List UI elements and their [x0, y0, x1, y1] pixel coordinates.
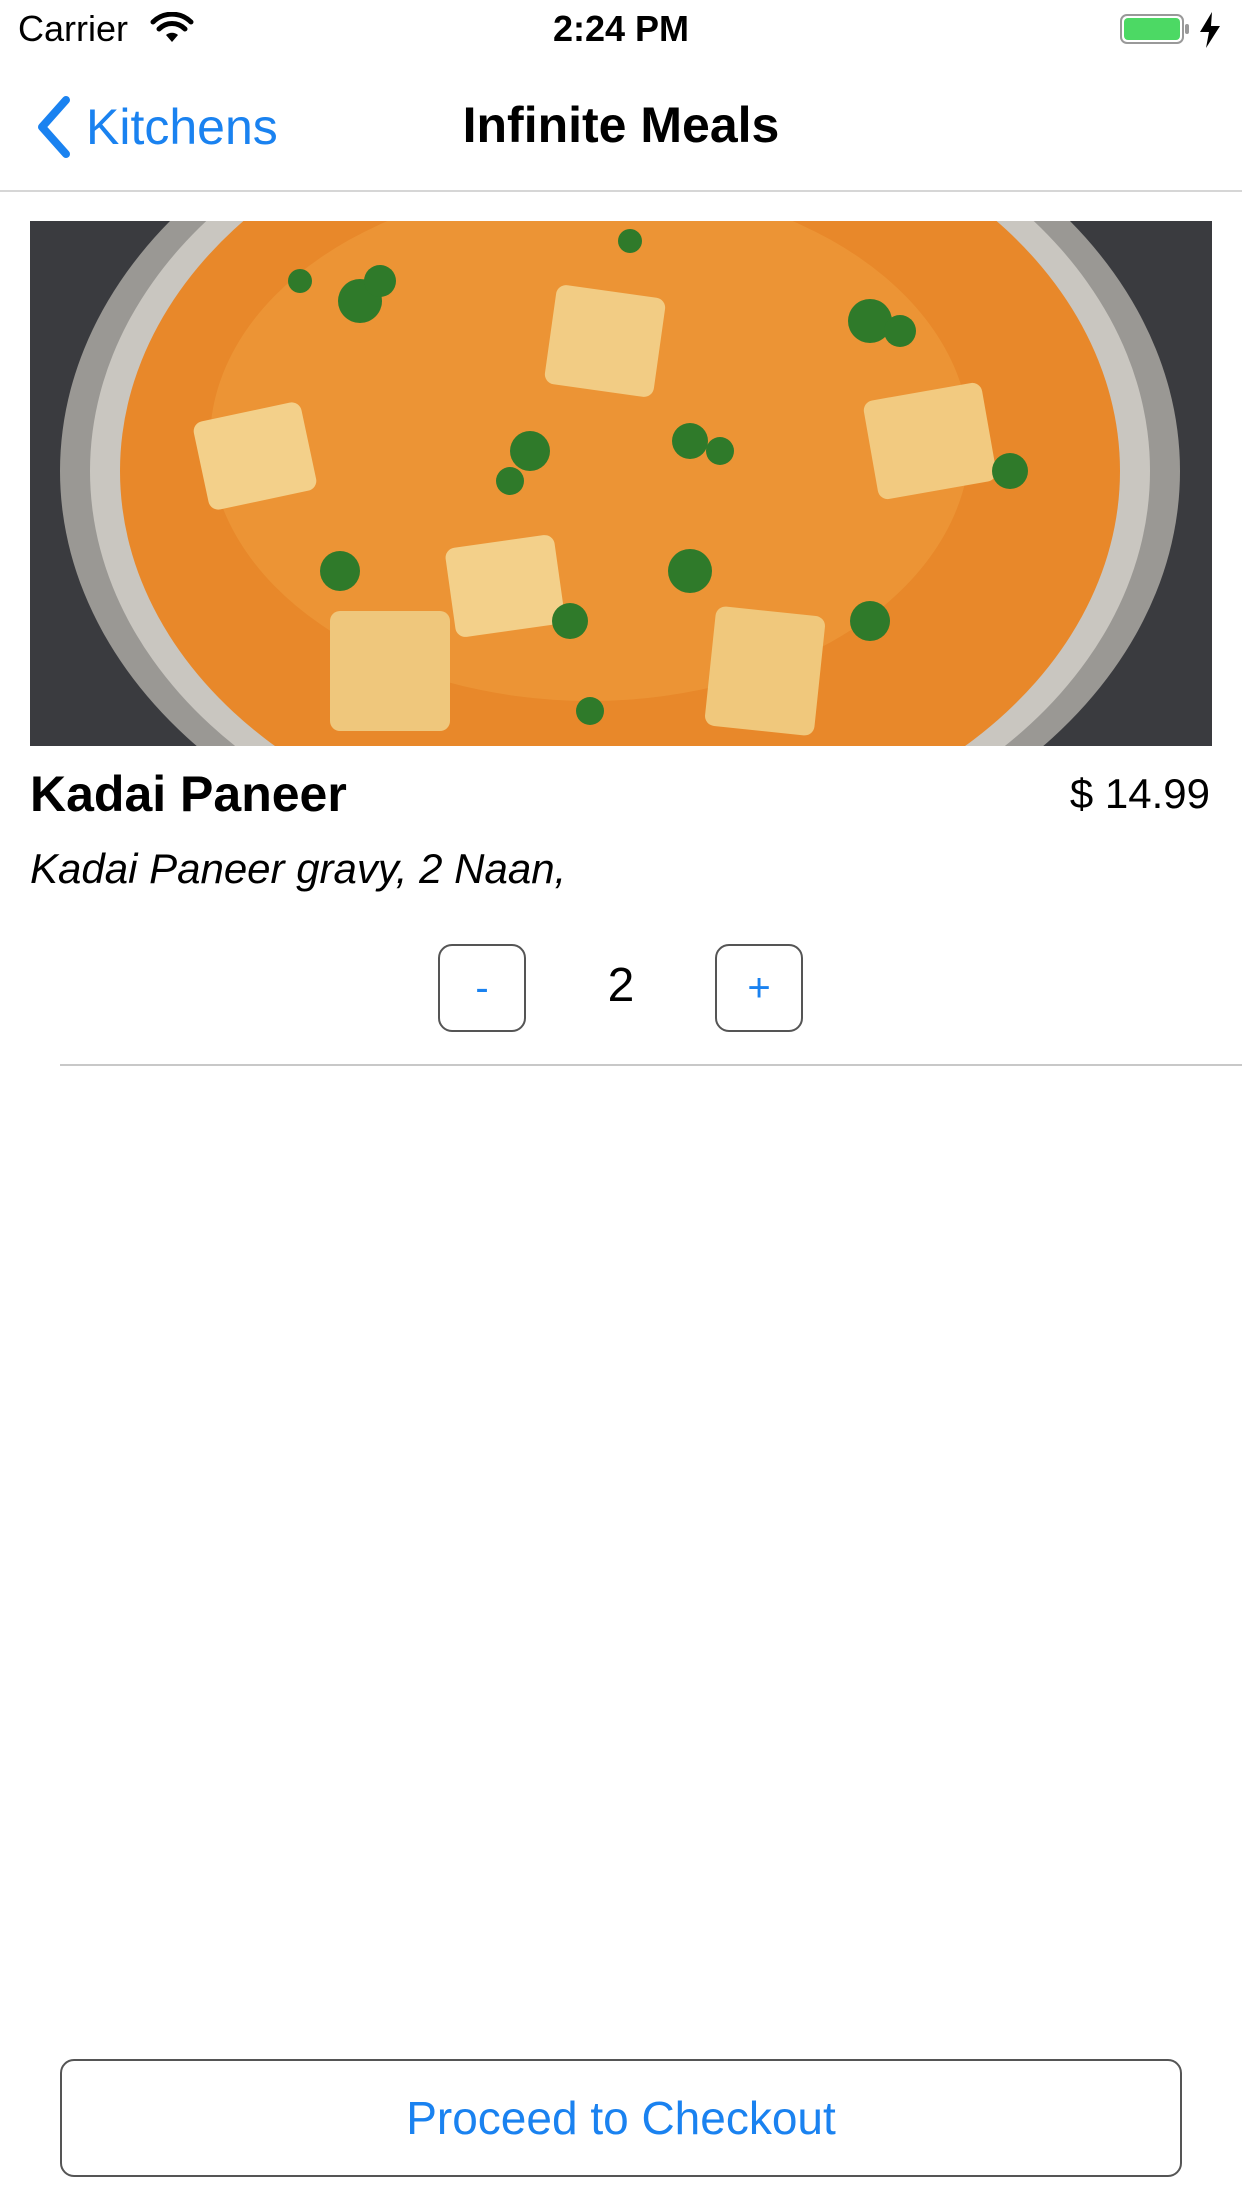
status-time: 2:24 PM: [552, 8, 690, 49]
status-bar: Carrier 2:24 PM: [0, 0, 1242, 62]
page-title: Infinite Meals: [462, 97, 780, 153]
row-divider: [60, 1064, 1242, 1066]
navigation-bar: Kitchens Infinite Meals: [0, 62, 1242, 192]
meal-photo: [30, 221, 1212, 746]
proceed-to-checkout-button[interactable]: Proceed to Checkout: [60, 2059, 1182, 2177]
quantity-value: 2: [607, 959, 635, 1012]
meal-price: $ 14.99: [1069, 770, 1210, 817]
decrease-quantity-button[interactable]: -: [438, 944, 526, 1032]
meal-name: Kadai Paneer: [30, 766, 347, 822]
battery-icon: [1120, 14, 1189, 44]
increase-quantity-button[interactable]: +: [715, 944, 803, 1032]
meal-description: Kadai Paneer gravy, 2 Naan,: [30, 845, 567, 892]
charging-bolt-icon: [1200, 12, 1220, 48]
